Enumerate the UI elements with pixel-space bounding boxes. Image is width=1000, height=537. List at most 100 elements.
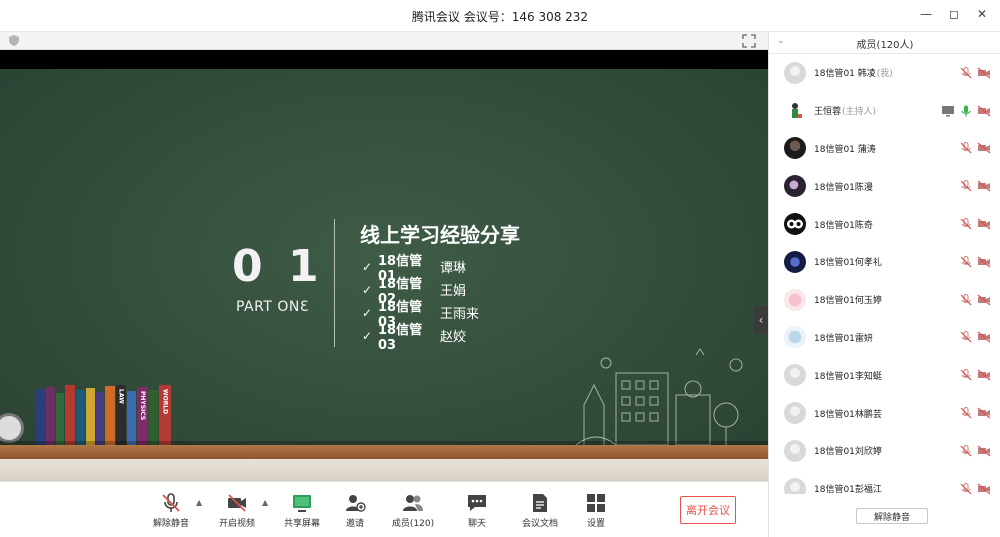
document-icon: [533, 494, 547, 512]
member-name: 18信管01李知蜓: [814, 371, 882, 382]
member-row[interactable]: 18信管01雷妍: [769, 319, 1000, 357]
minimize-icon[interactable]: —: [918, 6, 934, 22]
video-off-icon: [228, 494, 246, 512]
start-video-button[interactable]: 开启视频: [205, 488, 269, 534]
member-row[interactable]: 18信管01刘欣婷: [769, 432, 1000, 470]
video-off-icon: [977, 218, 991, 230]
member-status-icons: [959, 255, 991, 268]
book-spine: [105, 386, 115, 445]
unmute-caret-icon[interactable]: ▲: [196, 498, 202, 507]
member-row[interactable]: 18信管01何孝礼: [769, 243, 1000, 281]
mic-muted-icon: [960, 444, 972, 457]
member-name: 18信管01 韩凌(我): [814, 69, 893, 80]
chat-icon: [468, 495, 486, 511]
member-row[interactable]: 18信管01陈漫: [769, 167, 1000, 205]
video-off-icon: [977, 180, 991, 192]
avatar: [784, 364, 806, 387]
presenter-item: ✓ 18信管03 赵姣: [362, 322, 467, 353]
member-row[interactable]: 18信管01 韩凌(我): [769, 54, 1000, 92]
wooden-shelf: [0, 445, 768, 459]
avatar: [784, 402, 806, 425]
mic-muted-icon: [960, 331, 972, 343]
leave-meeting-button[interactable]: 离开会议: [680, 496, 736, 524]
chat-button[interactable]: 聊天: [445, 488, 509, 534]
invite-button[interactable]: 邀请: [323, 488, 387, 534]
avatar: [784, 213, 806, 236]
video-off-icon: [977, 67, 991, 79]
member-row[interactable]: 18信管01彭福江: [769, 470, 1000, 494]
screen-share-icon: [942, 105, 954, 117]
presenter-list: ✓ 18信管01 谭琳 ✓ 18信管02 王娟 ✓ 18信管03 王雨来 ✓ 18信管03 赵姣: [362, 254, 479, 353]
member-role: (我): [876, 69, 893, 80]
book-spine: [149, 390, 158, 445]
member-status-icons: [959, 407, 991, 419]
member-status-icons: [959, 180, 991, 192]
member-row[interactable]: 18信管01陈奇: [769, 205, 1000, 243]
mic-muted-icon: [960, 293, 972, 306]
member-row[interactable]: 王恒蓉(主持人): [769, 92, 1000, 130]
members-panel: ⌄ 成员(120人) 18信管01 韩凌(我) 王恒蓉(主持人) 18信管01 蒲涛…: [768, 32, 1000, 537]
shield-icon: [9, 35, 19, 46]
book-spine: [56, 393, 64, 445]
video-off-icon: [977, 407, 991, 419]
window-controls: — ◻ ✕: [918, 6, 990, 22]
member-status-icons: [959, 369, 991, 381]
maximize-icon[interactable]: ◻: [946, 6, 962, 22]
video-caret-icon[interactable]: ▲: [262, 498, 268, 507]
meeting-docs-button[interactable]: 会议文档: [508, 488, 572, 534]
member-list[interactable]: 18信管01 韩凌(我) 王恒蓉(主持人) 18信管01 蒲涛 18信管01陈漫 18信…: [769, 54, 1000, 494]
member-status-icons: [941, 105, 991, 117]
mic-muted-icon: [960, 369, 972, 381]
slide-number-left: 0: [232, 241, 265, 292]
member-status-icons: [959, 331, 991, 343]
member-row[interactable]: 18信管01 蒲涛: [769, 130, 1000, 168]
video-off-icon: [977, 105, 991, 117]
video-off-icon: [977, 445, 991, 457]
window-title: 腾讯会议 会议号：146 308 232: [411, 10, 589, 24]
mic-muted-icon: [960, 142, 972, 154]
member-status-icons: [959, 142, 991, 154]
book-label: LAW: [117, 389, 125, 404]
video-off-icon: [977, 256, 991, 268]
book-spine: [65, 385, 75, 445]
mic-muted-icon: [960, 255, 972, 268]
member-name: 18信管01彭福江: [814, 485, 882, 494]
video-off-icon: [977, 143, 991, 154]
member-name: 18信管01陈漫: [814, 182, 873, 193]
check-icon: ✓: [362, 282, 373, 297]
book-spine: LAW: [116, 385, 126, 445]
members-icon: [403, 495, 423, 511]
members-panel-header: ⌄ 成员(120人): [769, 32, 1000, 54]
member-status-icons: [959, 218, 991, 230]
collapse-panel-tab[interactable]: ‹: [754, 306, 768, 334]
check-icon: ✓: [362, 305, 373, 320]
member-role: (主持人): [842, 107, 877, 118]
presentation-slide: 0 1 PART ONƐ 线上学习经验分享 ✓ 18信管01 谭琳 ✓ 18信管02 王…: [0, 69, 768, 481]
add-user-icon: [346, 495, 366, 512]
title-bar: 腾讯会议 会议号：146 308 232 — ◻ ✕: [0, 0, 1000, 32]
member-row[interactable]: 18信管01李知蜓: [769, 356, 1000, 394]
member-name: 18信管01林鹏芸: [814, 409, 882, 420]
video-off-icon: [977, 332, 991, 343]
book-spine: [127, 391, 136, 445]
share-screen-icon: [293, 495, 311, 512]
member-row[interactable]: 18信管01何玉婷: [769, 281, 1000, 319]
avatar: [784, 137, 806, 160]
members-button[interactable]: 成员(120): [381, 488, 445, 534]
mic-muted-icon: [960, 218, 972, 230]
settings-button[interactable]: 设置: [564, 488, 628, 534]
video-off-icon: [977, 483, 991, 494]
member-name: 王恒蓉(主持人): [814, 107, 877, 118]
letterbox-bar: [0, 50, 768, 69]
mic-on-icon: [961, 105, 971, 117]
avatar: [784, 250, 806, 273]
member-name: 18信管01刘欣婷: [814, 447, 882, 458]
member-row[interactable]: 18信管01林鹏芸: [769, 394, 1000, 432]
city-sketch-illustration: [576, 348, 743, 445]
avatar: [784, 99, 806, 122]
close-icon[interactable]: ✕: [974, 6, 990, 22]
fullscreen-icon[interactable]: [742, 34, 756, 48]
unmute-all-button[interactable]: 解除静音: [856, 508, 928, 524]
member-status-icons: [959, 66, 991, 79]
unmute-button[interactable]: 解除静音: [139, 488, 203, 534]
